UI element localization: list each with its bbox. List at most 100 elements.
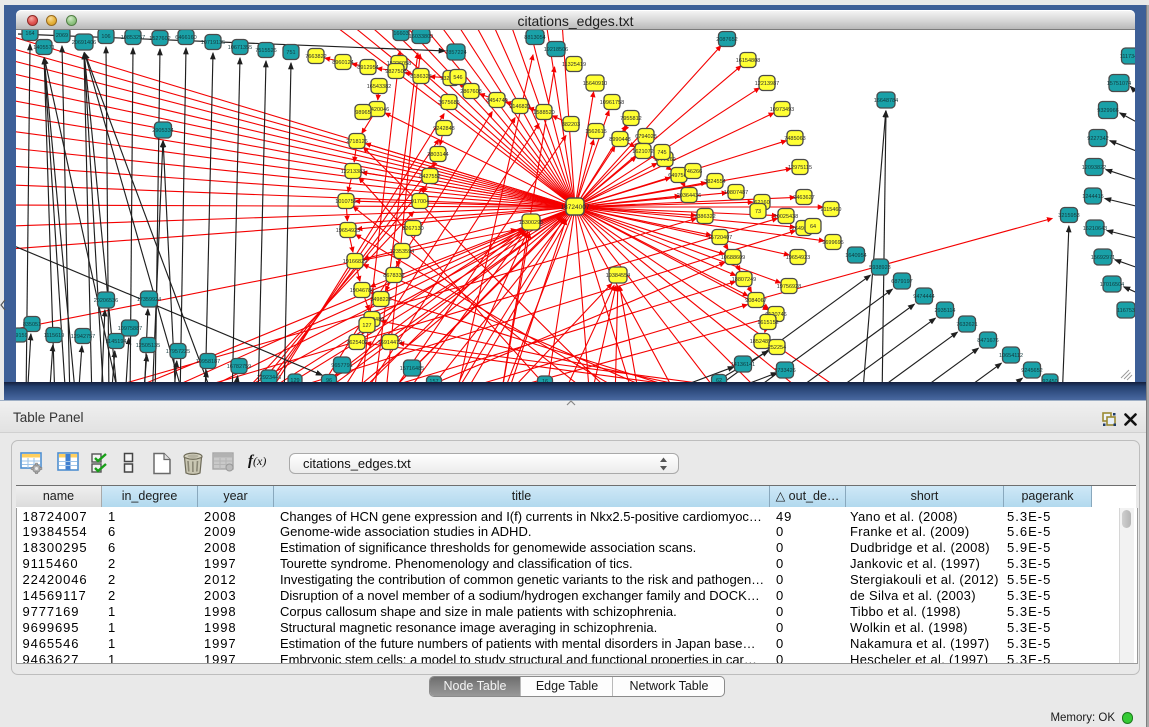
svg-text:7663822: 7663822 <box>305 54 326 60</box>
svg-text:19654923: 19654923 <box>786 255 810 261</box>
svg-text:10975887: 10975887 <box>118 326 142 332</box>
svg-text:17016504: 17016504 <box>1100 282 1124 288</box>
svg-text:15751074: 15751074 <box>1107 81 1131 87</box>
svg-text:19756928: 19756928 <box>777 284 801 290</box>
svg-text:18807249: 18807249 <box>732 277 756 283</box>
svg-text:18300295: 18300295 <box>519 220 543 226</box>
svg-text:10671355: 10671355 <box>228 45 252 51</box>
svg-text:917004: 917004 <box>411 199 429 205</box>
svg-text:12923446: 12923446 <box>257 375 281 381</box>
svg-text:15720407: 15720407 <box>708 235 732 241</box>
svg-text:7625402: 7625402 <box>346 340 367 346</box>
svg-text:98965: 98965 <box>355 110 370 116</box>
svg-text:8427552: 8427552 <box>419 174 440 180</box>
svg-text:1527602: 1527602 <box>149 36 170 42</box>
svg-text:9115460: 9115460 <box>820 207 841 213</box>
svg-text:9084067: 9084067 <box>745 298 766 304</box>
svg-text:2867608: 2867608 <box>460 89 481 95</box>
svg-text:2905334: 2905334 <box>152 128 173 134</box>
svg-text:116753: 116753 <box>1117 308 1135 314</box>
svg-text:2935114: 2935114 <box>934 308 955 314</box>
svg-text:8471676: 8471676 <box>977 338 998 344</box>
svg-text:10688609: 10688609 <box>721 255 745 261</box>
svg-text:15716485: 15716485 <box>400 366 424 372</box>
svg-text:1115619: 1115619 <box>44 333 65 339</box>
svg-text:10654112: 10654112 <box>999 353 1023 359</box>
svg-text:16648784: 16648784 <box>874 98 898 104</box>
svg-text:11325419: 11325419 <box>562 62 586 68</box>
svg-text:19046786: 19046786 <box>350 288 374 294</box>
svg-text:9474444: 9474444 <box>913 294 934 300</box>
svg-text:12213383: 12213383 <box>341 169 365 175</box>
svg-text:751: 751 <box>286 50 295 56</box>
svg-text:6466160: 6466160 <box>175 35 196 41</box>
svg-text:16033809: 16033809 <box>409 34 433 40</box>
svg-text:64: 64 <box>810 224 816 230</box>
svg-text:96: 96 <box>326 378 332 382</box>
svg-text:19384554: 19384554 <box>606 273 630 279</box>
svg-text:9657791: 9657791 <box>331 363 352 369</box>
svg-text:164: 164 <box>25 31 34 37</box>
svg-text:10958187: 10958187 <box>196 359 220 365</box>
svg-text:3215953: 3215953 <box>1058 213 1079 219</box>
svg-text:1621072: 1621072 <box>632 149 653 155</box>
svg-text:16210643: 16210643 <box>1083 226 1107 232</box>
svg-text:7485063: 7485063 <box>784 136 805 142</box>
svg-text:12975115: 12975115 <box>788 165 812 171</box>
svg-text:19166829: 19166829 <box>343 259 367 265</box>
svg-text:9699695: 9699695 <box>822 240 843 246</box>
svg-text:20691406: 20691406 <box>72 40 96 46</box>
svg-text:1145194: 1145194 <box>105 339 126 345</box>
svg-text:129: 129 <box>290 378 299 382</box>
svg-text:3675685: 3675685 <box>438 100 459 106</box>
svg-text:1733426: 1733426 <box>774 368 795 374</box>
svg-text:1640954: 1640954 <box>845 253 866 259</box>
svg-text:7515526: 7515526 <box>255 48 276 54</box>
svg-text:9329966: 9329966 <box>1097 108 1118 114</box>
svg-text:9827503: 9827503 <box>385 69 406 75</box>
svg-text:745: 745 <box>657 150 666 156</box>
svg-text:14136141: 14136141 <box>731 362 755 368</box>
svg-text:8186328: 8186328 <box>410 74 431 80</box>
svg-text:19218506: 19218506 <box>544 47 568 53</box>
svg-text:7632621: 7632621 <box>956 322 977 328</box>
svg-text:2087652: 2087652 <box>716 37 737 43</box>
svg-text:10807487: 10807487 <box>724 190 748 196</box>
svg-text:252254: 252254 <box>768 345 786 351</box>
svg-text:15692971: 15692971 <box>1091 255 1115 261</box>
svg-text:8912954: 8912954 <box>357 65 378 71</box>
svg-text:16782759: 16782759 <box>227 364 251 370</box>
svg-text:10961758: 10961758 <box>600 100 624 106</box>
svg-text:9245652: 9245652 <box>1021 368 1042 374</box>
svg-text:19654923: 19654923 <box>336 228 360 234</box>
svg-text:9227342: 9227342 <box>1087 136 1108 142</box>
svg-text:9146821: 9146821 <box>509 104 530 110</box>
svg-text:8678332: 8678332 <box>383 273 404 279</box>
svg-text:8454749: 8454749 <box>486 98 507 104</box>
svg-text:92450: 92450 <box>1042 379 1057 382</box>
svg-text:7955812: 7955812 <box>620 116 641 122</box>
svg-text:10719135: 10719135 <box>201 40 225 46</box>
svg-text:17359924: 17359924 <box>137 297 161 303</box>
svg-text:1117341: 1117341 <box>1120 54 1135 60</box>
svg-text:2069: 2069 <box>56 33 68 39</box>
svg-text:17957225: 17957225 <box>166 349 190 355</box>
svg-text:12093822: 12093822 <box>1082 165 1106 171</box>
svg-text:106: 106 <box>101 34 110 40</box>
svg-text:12213987: 12213987 <box>755 81 779 87</box>
svg-text:6794028: 6794028 <box>635 134 656 140</box>
svg-text:62: 62 <box>716 378 722 382</box>
svg-text:73: 73 <box>755 209 761 215</box>
svg-text:1588520: 1588520 <box>533 110 554 116</box>
svg-text:16154808: 16154808 <box>736 58 760 64</box>
svg-text:16914479: 16914479 <box>378 340 402 346</box>
svg-text:15640910: 15640910 <box>583 81 607 87</box>
svg-text:1615152: 1615152 <box>757 320 778 326</box>
svg-text:1244415: 1244415 <box>1082 194 1103 200</box>
svg-text:1405571: 1405571 <box>33 45 54 51</box>
svg-text:12942757: 12942757 <box>71 334 95 340</box>
svg-text:157: 157 <box>429 379 438 382</box>
svg-text:5938923: 5938923 <box>869 265 890 271</box>
svg-text:16543382: 16543382 <box>367 84 391 90</box>
svg-text:746266: 746266 <box>684 169 702 175</box>
